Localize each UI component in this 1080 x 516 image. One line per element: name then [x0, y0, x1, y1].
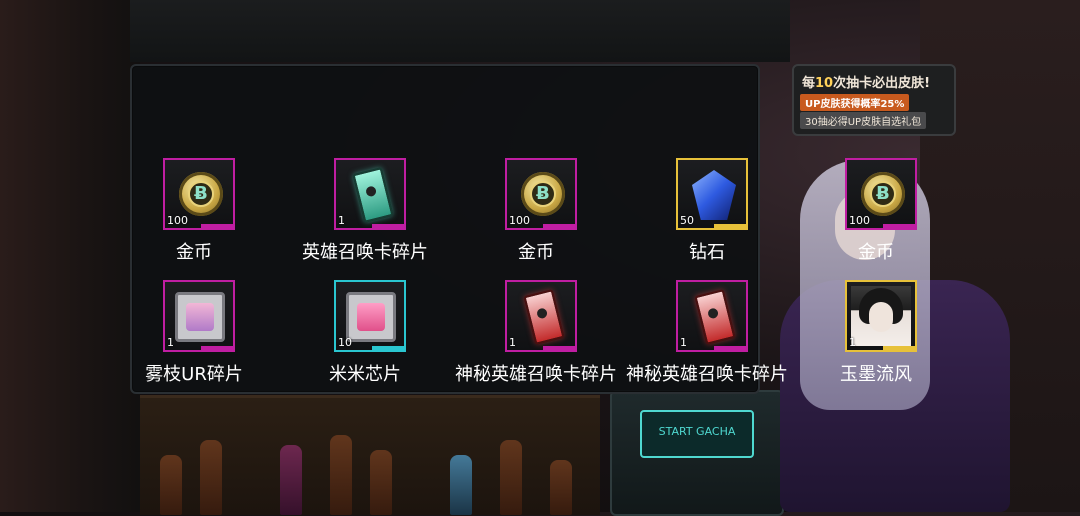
rarity-stripe [372, 224, 406, 230]
reward-name: 英雄召唤卡碎片 [302, 242, 428, 263]
reward-name: 神秘英雄召唤卡碎片 [626, 364, 788, 385]
promo-rate-banner: UP皮肤获得概率25% [800, 94, 910, 111]
diamond-icon [692, 170, 736, 220]
hero-summon-card-fragment-icon [352, 167, 394, 223]
bottle [370, 450, 392, 515]
reward-icon-frame: Ƀ 100 [163, 158, 235, 230]
reward-item[interactable]: 1 英雄召唤卡碎片 [275, 158, 455, 268]
reward-name: 玉墨流风 [840, 364, 912, 385]
reward-icon-frame: 50 [676, 158, 748, 230]
ur-fragment-chip-icon [175, 292, 225, 342]
reward-quantity: 1 [509, 336, 516, 349]
reward-quantity: 10 [338, 336, 352, 349]
reward-quantity: 1 [167, 336, 174, 349]
reward-item[interactable]: Ƀ 100 金币 [786, 158, 966, 268]
bottle [200, 440, 222, 515]
rarity-stripe [883, 224, 917, 230]
reward-quantity: 100 [509, 214, 530, 227]
reward-quantity: 1 [849, 336, 856, 349]
bottle [550, 460, 572, 515]
reward-item[interactable]: 1 玉墨流风 [786, 280, 966, 390]
reward-icon-frame: 10 [334, 280, 406, 352]
rarity-stripe [201, 346, 235, 352]
reward-quantity: 50 [680, 214, 694, 227]
reward-name: 神秘英雄召唤卡碎片 [455, 364, 617, 385]
reward-name: 米米芯片 [329, 364, 401, 385]
background-bottle-shelf [140, 395, 600, 515]
promo-sign: 每10次抽卡必出皮肤! UP皮肤获得概率25% 30抽必得UP皮肤自选礼包 [792, 64, 956, 136]
bottle [280, 445, 302, 515]
reward-item[interactable]: 50 钻石 [617, 158, 797, 268]
bottle [500, 440, 522, 515]
gold-coin-icon: Ƀ [861, 172, 905, 216]
reward-icon-frame: 1 [163, 280, 235, 352]
reward-name: 钻石 [689, 242, 725, 263]
background-top-machinery [130, 0, 790, 62]
reward-name: 雾枝UR碎片 [145, 364, 243, 385]
mimi-chip-icon [346, 292, 396, 342]
rarity-stripe [883, 346, 917, 352]
rarity-stripe [543, 346, 577, 352]
gacha-machine: START GACHA [610, 390, 784, 516]
reward-quantity: 1 [338, 214, 345, 227]
gold-coin-icon: Ƀ [521, 172, 565, 216]
rarity-stripe [543, 224, 577, 230]
mystery-summon-card-fragment-icon [694, 289, 736, 345]
reward-icon-frame: Ƀ 100 [505, 158, 577, 230]
reward-icon-frame: Ƀ 100 [845, 158, 917, 230]
bottle [330, 435, 352, 515]
bottle [160, 455, 182, 515]
reward-quantity: 100 [167, 214, 188, 227]
reward-icon-frame: 1 [845, 280, 917, 352]
rarity-stripe [372, 346, 406, 352]
reward-icon-frame: 1 [505, 280, 577, 352]
reward-name: 金币 [176, 242, 212, 263]
reward-quantity: 1 [680, 336, 687, 349]
reward-item[interactable]: 1 雾枝UR碎片 [104, 280, 284, 390]
character-portrait-icon [851, 286, 911, 346]
reward-icon-frame: 1 [334, 158, 406, 230]
reward-item[interactable]: 1 神秘英雄召唤卡碎片 [617, 280, 797, 390]
reward-icon-frame: 1 [676, 280, 748, 352]
reward-name: 金币 [858, 242, 894, 263]
reward-quantity: 100 [849, 214, 870, 227]
rarity-stripe [201, 224, 235, 230]
reward-item[interactable]: Ƀ 100 金币 [104, 158, 284, 268]
promo-pity-banner: 30抽必得UP皮肤自选礼包 [800, 112, 927, 129]
gacha-machine-screen: START GACHA [640, 410, 754, 458]
reward-name: 金币 [518, 242, 554, 263]
bottle [450, 455, 472, 515]
mystery-summon-card-fragment-icon [523, 289, 565, 345]
reward-item[interactable]: Ƀ 100 金币 [446, 158, 626, 268]
rarity-stripe [714, 224, 748, 230]
rarity-stripe [714, 346, 748, 352]
gold-coin-icon: Ƀ [179, 172, 223, 216]
reward-item[interactable]: 1 神秘英雄召唤卡碎片 [446, 280, 626, 390]
reward-item[interactable]: 10 米米芯片 [275, 280, 455, 390]
promo-headline: 每10次抽卡必出皮肤! [802, 76, 931, 91]
